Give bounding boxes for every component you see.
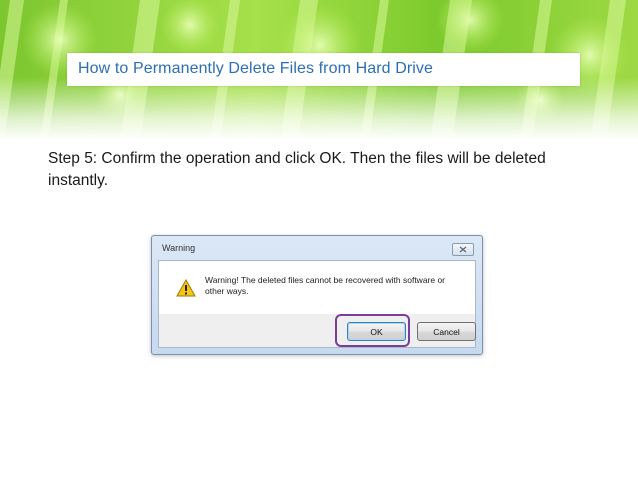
green-banner: How to Permanently Delete Files from Har… (0, 0, 638, 140)
slide-title: How to Permanently Delete Files from Har… (78, 60, 434, 77)
close-icon[interactable] (452, 243, 474, 256)
ok-button-highlight (335, 314, 410, 347)
warning-dialog: Warning Warning! The deleted files canno… (151, 235, 483, 355)
dialog-footer: OK Cancel (158, 314, 476, 348)
step-instruction: Step 5: Confirm the operation and click … (48, 150, 546, 189)
dialog-body: Warning! The deleted files cannot be rec… (158, 260, 476, 315)
warning-message: Warning! The deleted files cannot be rec… (205, 275, 446, 296)
warning-triangle-icon (176, 279, 196, 297)
title-bar: How to Permanently Delete Files from Har… (67, 53, 580, 86)
dialog-title: Warning (162, 243, 196, 253)
cancel-button[interactable]: Cancel (417, 322, 476, 341)
